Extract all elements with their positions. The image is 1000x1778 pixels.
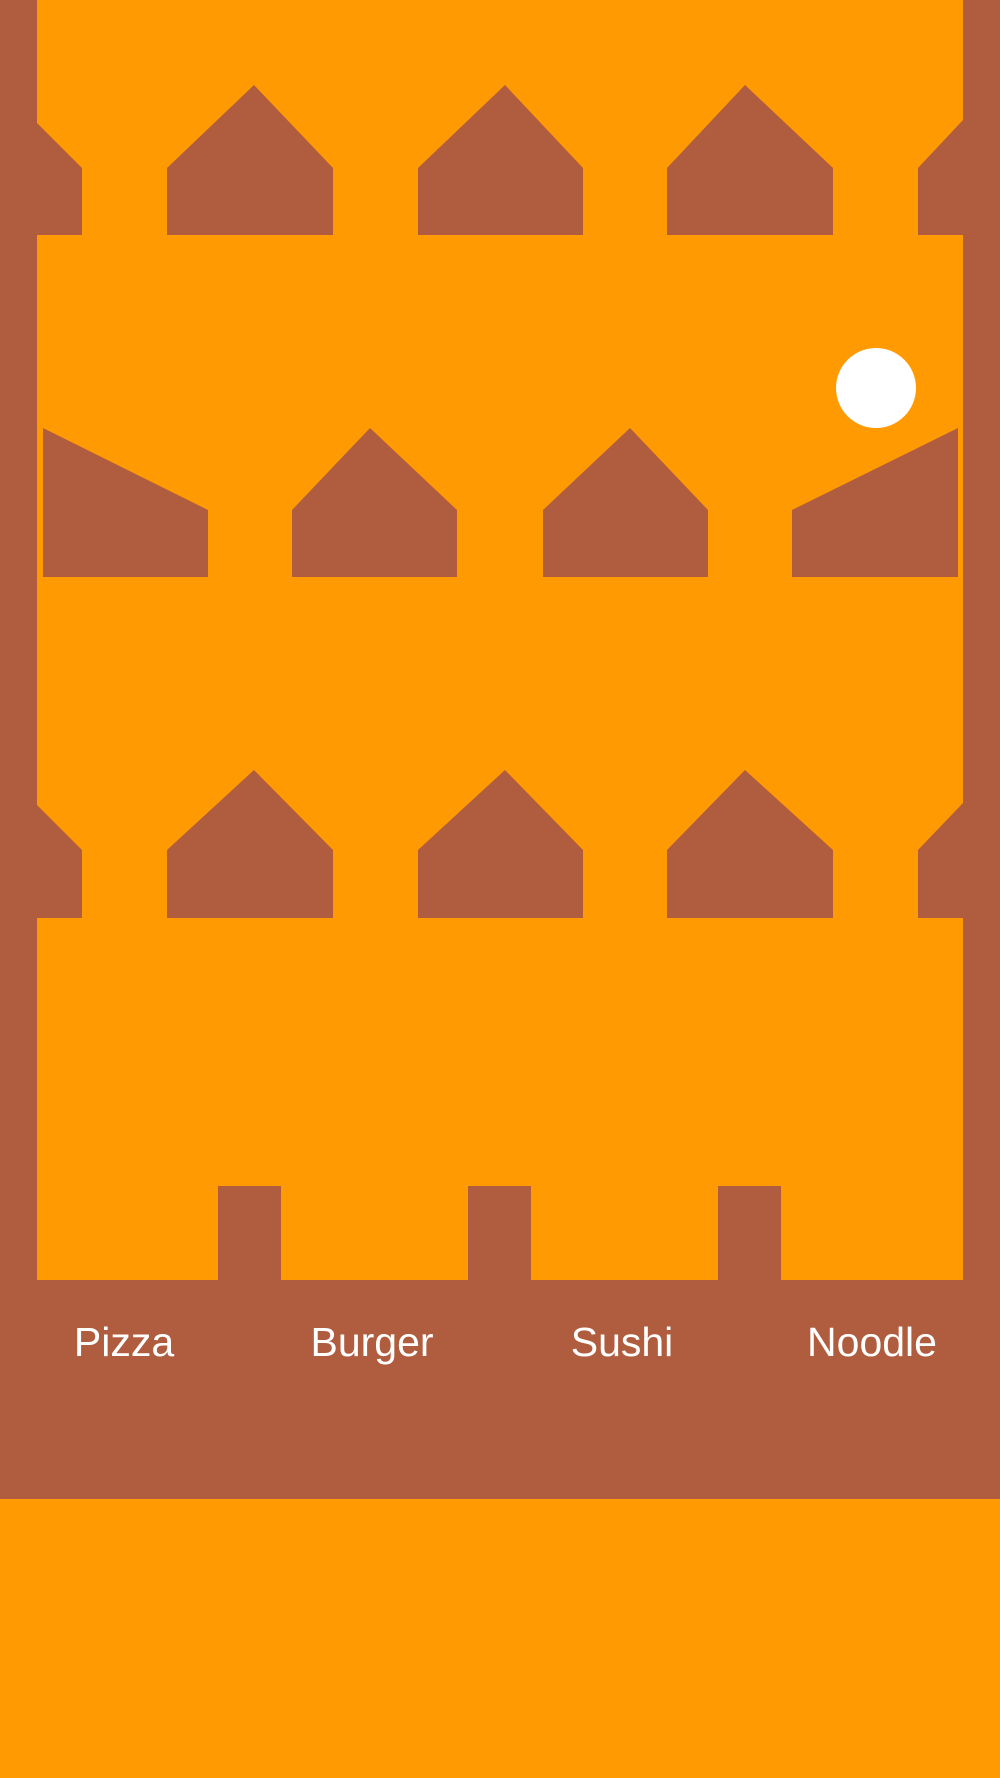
peg-r3-3 — [667, 770, 833, 918]
peg-r3-2 — [418, 770, 583, 918]
bin-label-pizza: Pizza — [73, 1319, 175, 1365]
peg-r2-2 — [543, 428, 708, 577]
peg-r3-1 — [167, 770, 333, 918]
bin-label-noodle: Noodle — [807, 1319, 937, 1365]
game-board[interactable]: Pizza Burger Sushi Noodle — [0, 0, 1000, 1778]
peg-r2-ramp-right — [792, 428, 958, 577]
peg-r1-3 — [667, 85, 833, 235]
right-wall — [963, 0, 1000, 1300]
left-wall — [0, 0, 37, 1300]
peg-r1-edge-left — [37, 123, 82, 235]
bin-label-burger: Burger — [310, 1319, 434, 1365]
peg-r2-ramp-left — [43, 428, 208, 577]
peg-r3-edge-right — [918, 803, 963, 918]
bin-label-sushi: Sushi — [570, 1319, 674, 1365]
plinko-board — [0, 0, 1000, 1499]
peg-r1-2 — [418, 85, 583, 235]
ball[interactable] — [836, 348, 916, 428]
peg-r2-1 — [292, 428, 457, 577]
peg-r1-1 — [167, 85, 333, 235]
peg-r3-edge-left — [37, 805, 82, 918]
peg-r1-edge-right — [918, 120, 963, 235]
